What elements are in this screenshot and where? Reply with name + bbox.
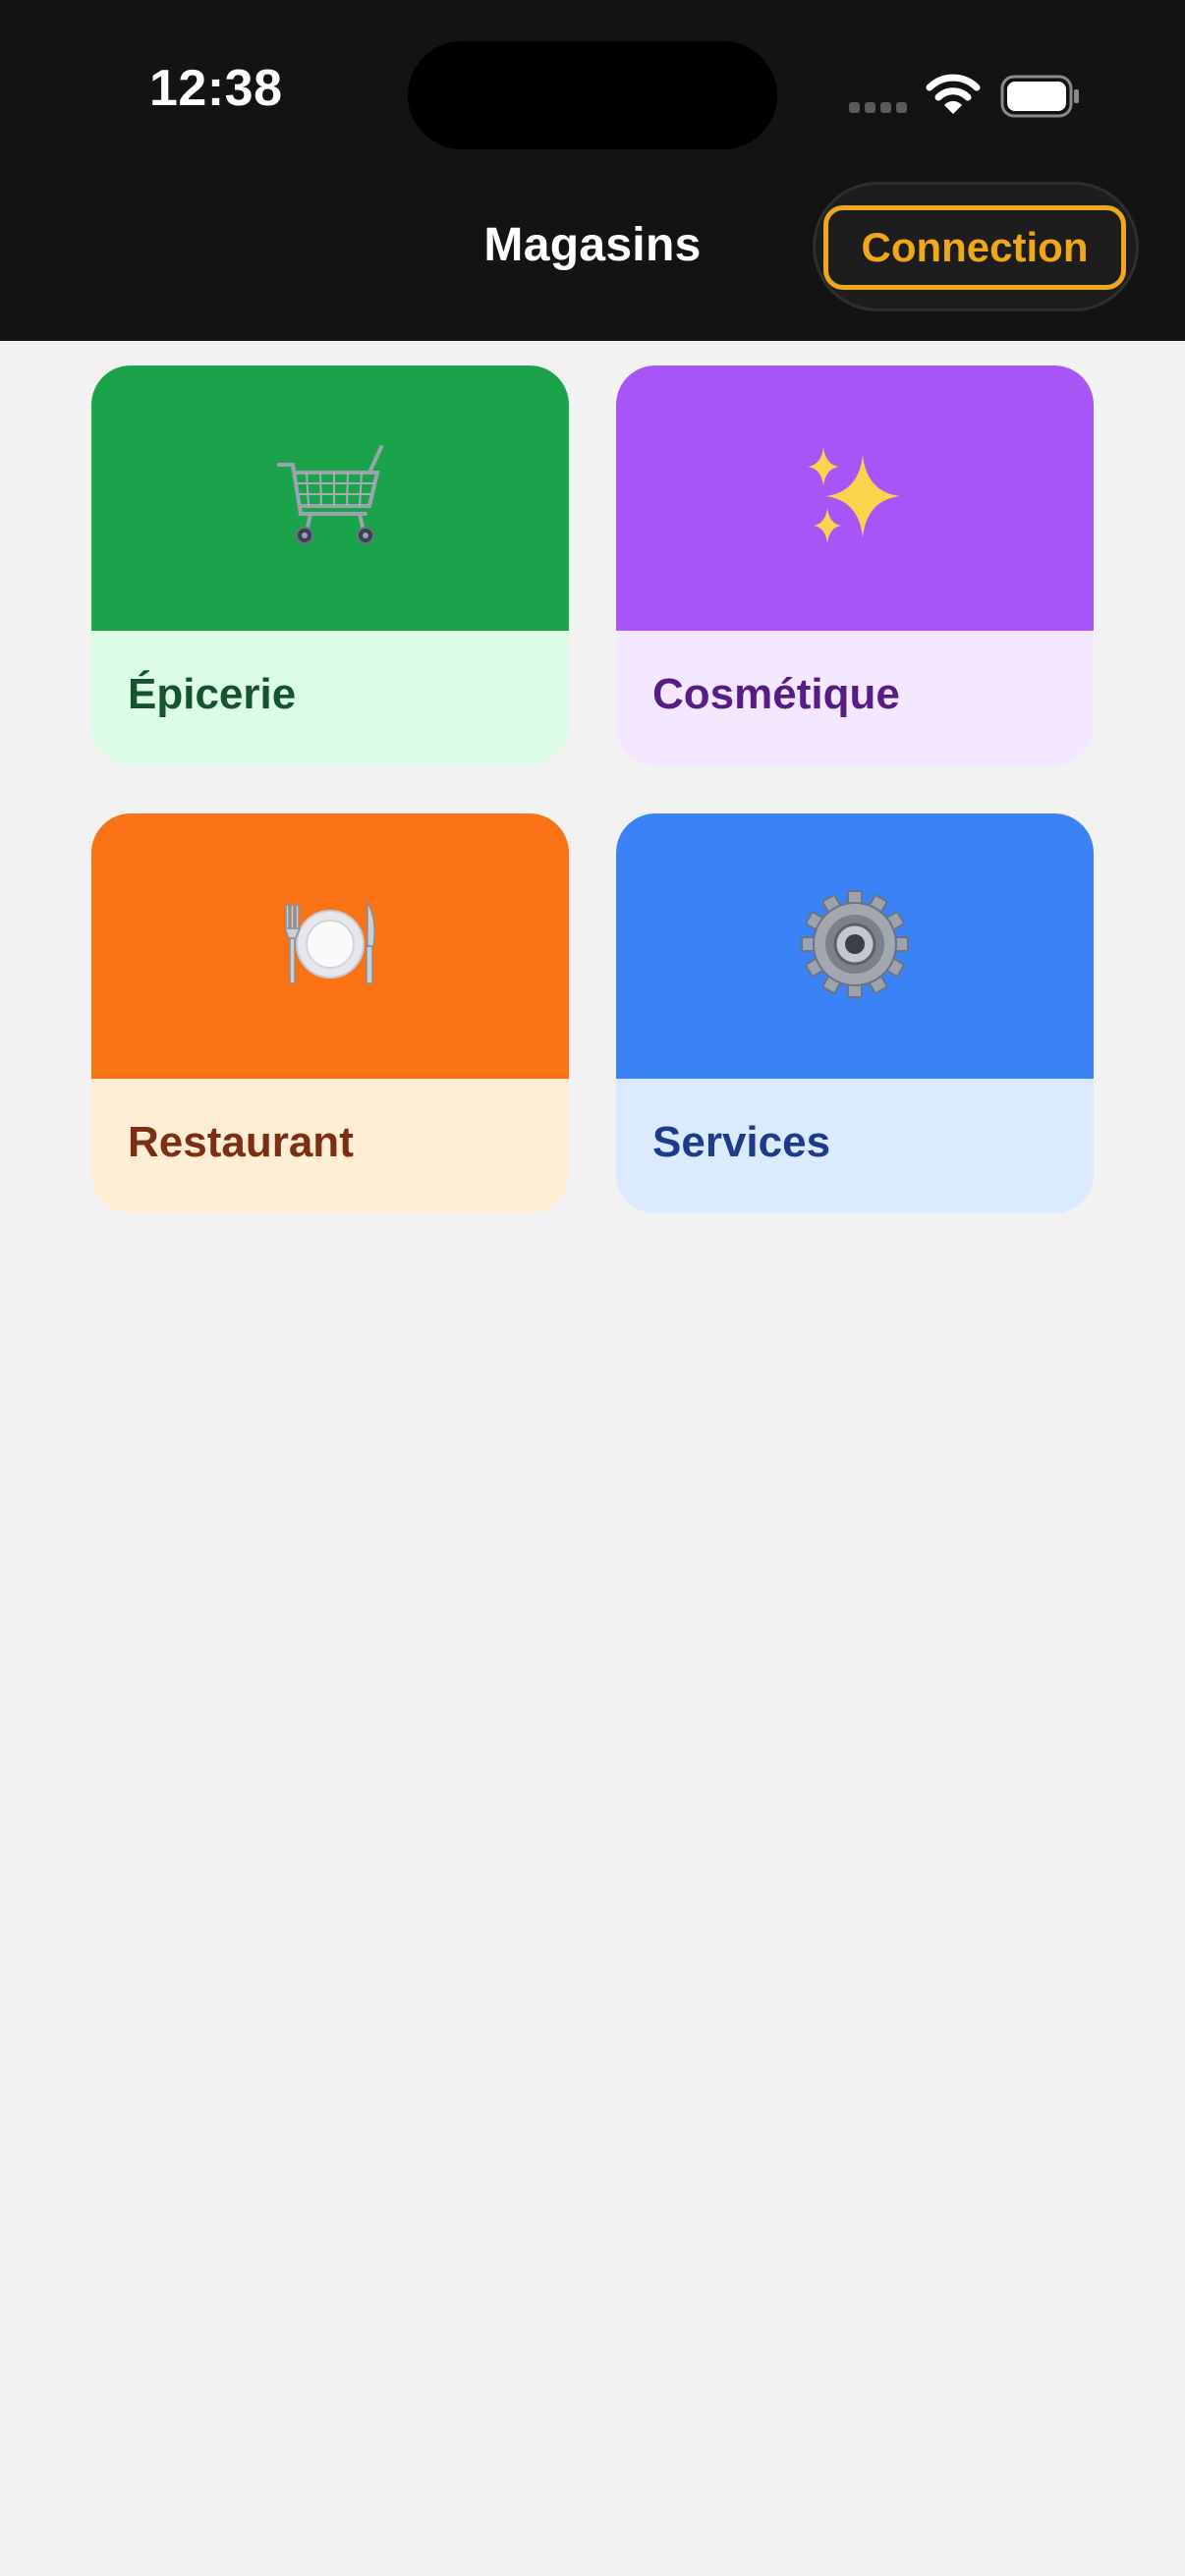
sparkles-icon <box>796 437 914 560</box>
gear-icon <box>796 885 914 1008</box>
card-label-area: Cosmétique <box>616 631 1094 765</box>
card-icon-area <box>91 365 569 631</box>
card-label-area: Services <box>616 1079 1094 1213</box>
card-icon-area <box>616 813 1094 1079</box>
category-label: Services <box>652 1118 831 1166</box>
app-header: 12:38 Magasins Connection <box>0 0 1185 341</box>
card-icon-area <box>616 365 1094 631</box>
category-card-cosmetique[interactable]: Cosmétique <box>616 365 1094 765</box>
connection-button[interactable]: Connection <box>823 205 1126 290</box>
category-card-services[interactable]: Services <box>616 813 1094 1213</box>
battery-icon <box>1000 75 1081 123</box>
fork-knife-plate-icon <box>271 885 389 1008</box>
category-label: Épicerie <box>128 670 297 718</box>
category-label: Restaurant <box>128 1118 354 1166</box>
shopping-cart-icon <box>271 437 389 560</box>
dynamic-island <box>408 41 777 149</box>
wifi-icon <box>926 73 981 121</box>
category-label: Cosmétique <box>652 670 900 718</box>
card-icon-area <box>91 813 569 1079</box>
card-label-area: Restaurant <box>91 1079 569 1213</box>
card-label-area: Épicerie <box>91 631 569 765</box>
category-card-restaurant[interactable]: Restaurant <box>91 813 569 1213</box>
cellular-signal-icon <box>849 102 908 116</box>
status-time: 12:38 <box>149 60 283 117</box>
category-card-epicerie[interactable]: Épicerie <box>91 365 569 765</box>
